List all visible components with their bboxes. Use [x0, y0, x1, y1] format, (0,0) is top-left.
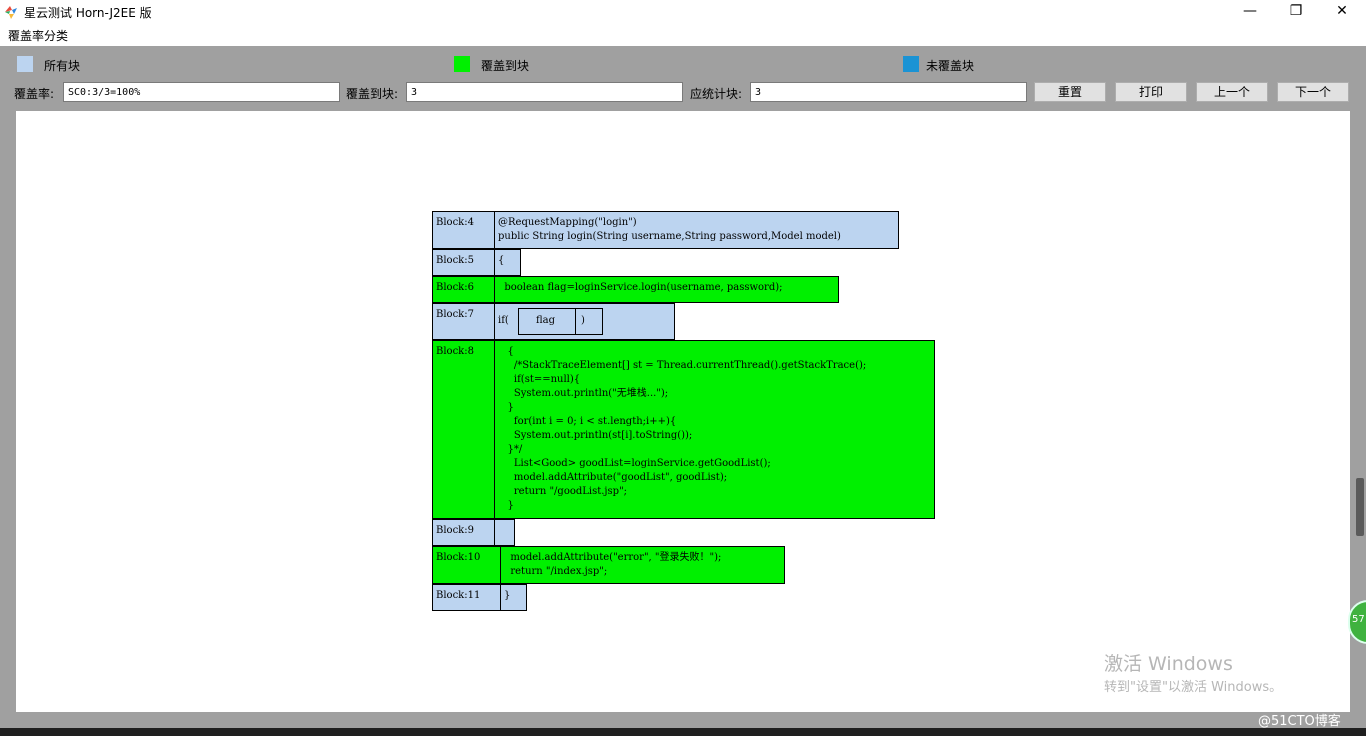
menu-bar: 覆盖率分类	[0, 24, 1366, 46]
taskbar	[0, 728, 1366, 736]
prev-button[interactable]: 上一个	[1196, 82, 1268, 102]
window-title: 星云测试 Horn-J2EE 版	[24, 6, 152, 20]
block-label-11[interactable]: Block:11	[432, 584, 501, 611]
total-blocks-label: 应统计块:	[690, 87, 743, 101]
block-label-8[interactable]: Block:8	[432, 340, 495, 519]
activate-windows-watermark: 激活 Windows	[1104, 653, 1233, 675]
legend-covered-label: 覆盖到块	[481, 59, 530, 73]
block-label-6[interactable]: Block:6	[432, 276, 495, 303]
total-blocks-field[interactable]	[750, 82, 1027, 102]
coverage-rate-field[interactable]	[63, 82, 340, 102]
print-button[interactable]: 打印	[1115, 82, 1187, 102]
legend-all-label: 所有块	[44, 59, 81, 73]
scrollbar-thumb[interactable]	[1356, 478, 1364, 536]
covered-blocks-label: 覆盖到块:	[346, 87, 399, 101]
legend-uncovered-label: 未覆盖块	[926, 59, 975, 73]
legend-all-swatch	[17, 56, 33, 72]
activate-windows-hint: 转到"设置"以激活 Windows。	[1104, 680, 1283, 695]
block-code-9[interactable]	[494, 519, 515, 546]
legend-covered-swatch	[454, 56, 470, 72]
menu-coverage-category[interactable]: 覆盖率分类	[8, 27, 68, 44]
restore-button[interactable]: ❐	[1273, 0, 1319, 24]
corner-badge-text: 57	[1352, 614, 1365, 625]
minimize-button[interactable]: —	[1227, 0, 1273, 24]
block-label-4[interactable]: Block:4	[432, 211, 495, 249]
condition-flag[interactable]: flag	[518, 308, 576, 335]
legend-uncovered-swatch	[903, 56, 919, 72]
block-code-6[interactable]: boolean flag=loginService.login(username…	[494, 276, 839, 303]
condition-close[interactable]: )	[575, 308, 603, 335]
coverage-rate-label: 覆盖率:	[14, 87, 55, 101]
reset-button[interactable]: 重置	[1034, 82, 1106, 102]
app-logo-icon	[5, 6, 17, 19]
title-bar: 星云测试 Horn-J2EE 版 — ❐ ✕	[0, 0, 1366, 24]
block-code-11[interactable]: }	[500, 584, 527, 611]
blog-watermark: @51CTO博客	[1258, 714, 1341, 729]
block-code-10[interactable]: model.addAttribute("error", "登录失败！"); re…	[500, 546, 785, 584]
block-code-4[interactable]: @RequestMapping("login") public String l…	[494, 211, 899, 249]
covered-blocks-field[interactable]	[406, 82, 683, 102]
next-button[interactable]: 下一个	[1277, 82, 1349, 102]
block-code-5[interactable]: {	[494, 249, 521, 276]
block-label-5[interactable]: Block:5	[432, 249, 495, 276]
close-button[interactable]: ✕	[1319, 0, 1365, 24]
block-label-7[interactable]: Block:7	[432, 303, 495, 340]
block-code-8[interactable]: { /*StackTraceElement[] st = Thread.curr…	[494, 340, 935, 519]
block-label-10[interactable]: Block:10	[432, 546, 501, 584]
block-label-9[interactable]: Block:9	[432, 519, 495, 546]
